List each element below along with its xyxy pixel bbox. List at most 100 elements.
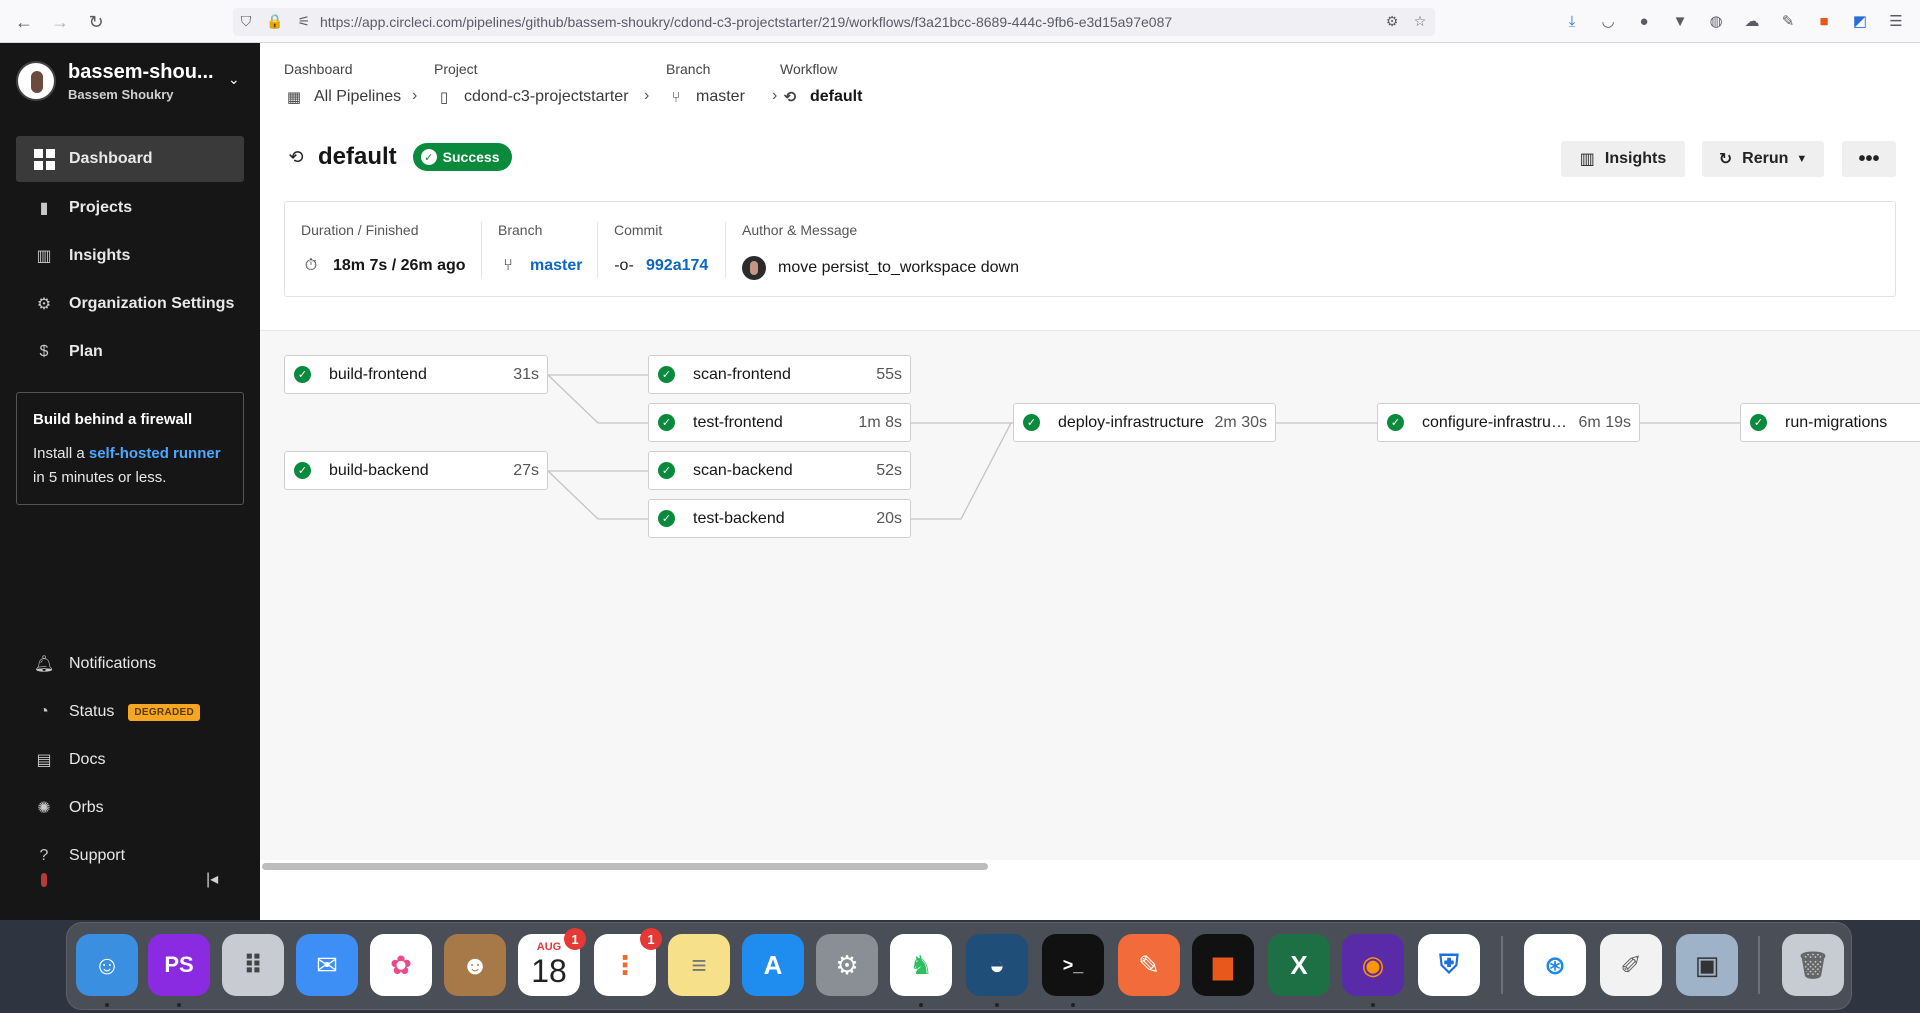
sidebar-item-status[interactable]: ◔ Status DEGRADED — [16, 689, 244, 735]
extension-js-icon[interactable]: ■ — [1814, 12, 1834, 32]
sidebar-item-notifications[interactable]: 🔔︎ Notifications — [16, 641, 244, 687]
phpstorm-icon[interactable]: PS — [148, 934, 210, 996]
job-scan-frontend[interactable]: ✓ scan-frontend 55s — [648, 355, 911, 394]
tracking-icon[interactable]: ⚙ — [1384, 13, 1400, 29]
mail-icon[interactable]: ✉ — [296, 934, 358, 996]
job-run-migrations[interactable]: ✓ run-migrations — [1740, 403, 1920, 442]
forward-icon[interactable]: → — [48, 10, 72, 34]
sidebar-item-organization-settings[interactable]: ⚙ Organization Settings — [16, 281, 244, 327]
sidebar-item-label: Dashboard — [69, 150, 153, 167]
breadcrumb-workflow[interactable]: Workflow ⟲ default — [780, 61, 862, 106]
bookmark-star-icon[interactable]: ☆ — [1412, 13, 1428, 29]
eyedropper-icon[interactable]: ✎ — [1778, 12, 1798, 32]
caret-down-icon: ▼ — [1796, 153, 1808, 165]
deezer-icon[interactable]: ▆ — [1192, 934, 1254, 996]
calendar-icon[interactable]: AUG 18 1 — [518, 928, 586, 996]
breadcrumb-branch[interactable]: Branch ⑂ master — [666, 61, 745, 106]
branch-link[interactable]: master — [530, 257, 582, 275]
pocket-icon[interactable]: ◡ — [1598, 12, 1618, 32]
commit-label: Commit — [614, 222, 663, 238]
translate-icon[interactable]: ◩ — [1850, 12, 1870, 32]
downloads-icon[interactable]: ⤓ — [1562, 12, 1582, 32]
excel-icon[interactable]: X — [1268, 934, 1330, 996]
breadcrumb-title: Branch — [666, 61, 711, 77]
breadcrumb-dashboard[interactable]: Dashboard ▦ All Pipelines — [284, 61, 401, 106]
mysql-workbench-icon[interactable]: ◒ — [966, 934, 1028, 996]
textedit-icon[interactable]: ✐ — [1600, 934, 1662, 996]
workflow-graph[interactable]: ✓ build-frontend 31s ✓ build-backend 27s… — [260, 330, 1920, 860]
job-duration: 2m 30s — [1214, 413, 1267, 431]
safari-icon[interactable]: ⊛ — [1524, 934, 1586, 996]
job-scan-backend[interactable]: ✓ scan-backend 52s — [648, 451, 911, 490]
extension-b-icon[interactable]: ● — [1634, 12, 1654, 32]
menu-icon[interactable]: ☰ — [1886, 12, 1906, 32]
breadcrumb-value: All Pipelines — [314, 88, 402, 105]
sidebar: bassem-shou... Bassem Shoukry ⌄ Dashboar… — [0, 43, 260, 920]
sidebar-item-projects[interactable]: ▮ Projects — [16, 185, 244, 231]
job-test-frontend[interactable]: ✓ test-frontend 1m 8s — [648, 403, 911, 442]
postman-icon[interactable]: ✎ — [1118, 934, 1180, 996]
sidebar-item-dashboard[interactable]: Dashboard — [16, 136, 244, 182]
evernote-icon[interactable]: ♞ — [890, 934, 952, 996]
firewall-promo: Build behind a firewall Install a self-h… — [16, 392, 244, 505]
duration-section: Duration / Finished ⏱ 18m 7s / 26m ago — [301, 222, 481, 278]
url-text[interactable]: https://app.circleci.com/pipelines/githu… — [320, 14, 1172, 30]
user-avatar[interactable] — [36, 872, 52, 888]
more-options-button[interactable]: ••• — [1842, 141, 1896, 177]
lock-icon[interactable]: 🔒 — [266, 13, 283, 29]
commit-link[interactable]: 992a174 — [646, 257, 708, 275]
sidebar-item-insights[interactable]: ▥ Insights — [16, 233, 244, 279]
reminders-icon[interactable]: ⋮ 1 — [594, 928, 662, 996]
chevron-down-icon[interactable]: ⌄ — [228, 71, 240, 88]
running-indicator — [1071, 1003, 1075, 1007]
rerun-button[interactable]: ↻ Rerun ▼ — [1702, 141, 1824, 177]
notes-icon[interactable]: ≡ — [668, 934, 730, 996]
chevron-right-icon: › — [772, 87, 778, 104]
sidebar-item-orbs[interactable]: ✺ Orbs — [16, 785, 244, 831]
shield-icon[interactable]: ⛉ — [238, 13, 254, 29]
sidebar-item-plan[interactable]: $ Plan — [16, 329, 244, 375]
globe-icon[interactable]: ◍ — [1706, 12, 1726, 32]
job-test-backend[interactable]: ✓ test-backend 20s — [648, 499, 911, 538]
collapse-sidebar-icon[interactable]: |◂ — [206, 869, 218, 889]
system-preferences-icon[interactable]: ⚙ — [816, 934, 878, 996]
finder-icon[interactable]: ☺ — [76, 934, 138, 996]
extension-v-icon[interactable]: ▼ — [1670, 12, 1690, 32]
terminal-icon[interactable]: >_ — [1042, 934, 1104, 996]
job-configure-infrastructure[interactable]: ✓ configure-infrastructu… 6m 19s — [1377, 403, 1640, 442]
job-build-frontend[interactable]: ✓ build-frontend 31s — [284, 355, 548, 394]
author-section: Author & Message move persist_to_workspa… — [725, 222, 1125, 280]
workflow-icon: ⟲ — [783, 89, 797, 106]
reload-icon[interactable]: ↻ — [84, 10, 108, 34]
app-store-icon[interactable]: A — [742, 934, 804, 996]
self-hosted-runner-link[interactable]: self-hosted runner — [89, 445, 221, 462]
job-duration: 52s — [876, 461, 902, 479]
bell-icon: 🔔︎ — [33, 656, 55, 673]
duration-label: Duration / Finished — [301, 222, 419, 238]
user-name: Bassem Shoukry — [68, 87, 174, 102]
firefox-icon[interactable]: ◉ — [1342, 934, 1404, 996]
org-switcher[interactable]: bassem-shou... Bassem Shoukry ⌄ — [16, 59, 246, 109]
insights-button[interactable]: ▥ Insights — [1561, 141, 1685, 177]
launchpad-icon[interactable]: ⠿ — [222, 934, 284, 996]
back-icon[interactable]: ← — [12, 10, 36, 34]
preview-icon[interactable]: ▣ — [1676, 934, 1738, 996]
trash-icon[interactable]: 🗑︎ — [1782, 934, 1844, 996]
job-build-backend[interactable]: ✓ build-backend 27s — [284, 451, 548, 490]
horizontal-scrollbar[interactable] — [262, 863, 988, 870]
sidebar-item-label: Notifications — [69, 655, 157, 672]
security-shield-icon[interactable]: ⛨ — [1418, 934, 1480, 996]
sidebar-item-docs[interactable]: ▤ Docs — [16, 737, 244, 783]
photos-icon[interactable]: ✿ — [370, 934, 432, 996]
branch-label: Branch — [498, 222, 543, 238]
running-indicator — [105, 1003, 109, 1007]
sidebar-item-label: Status — [69, 703, 115, 720]
permissions-icon[interactable]: ⚟ — [296, 13, 312, 29]
contacts-icon[interactable]: ☻ — [444, 934, 506, 996]
job-deploy-infrastructure[interactable]: ✓ deploy-infrastructure 2m 30s — [1013, 403, 1276, 442]
running-indicator — [995, 1003, 999, 1007]
extension-cloud-icon[interactable]: ☁ — [1742, 12, 1762, 32]
breadcrumb-project[interactable]: Project ▯ cdond-c3-projectstarter — [434, 61, 629, 106]
docs-icon: ▤ — [36, 752, 52, 769]
check-icon: ✓ — [658, 366, 675, 383]
